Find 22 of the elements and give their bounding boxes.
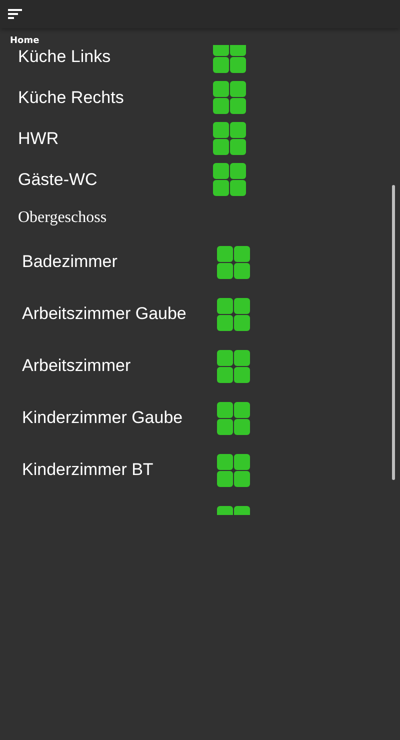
page-title: Home bbox=[10, 36, 40, 46]
grid-icon[interactable] bbox=[217, 350, 250, 382]
grid-icon[interactable] bbox=[217, 402, 250, 434]
menu-icon[interactable] bbox=[8, 9, 22, 19]
room-name[interactable]: Badezimmer bbox=[22, 252, 217, 272]
grid-icon[interactable] bbox=[213, 81, 246, 114]
grid-icon[interactable] bbox=[213, 122, 246, 155]
room-name[interactable]: Kinderzimmer Gaube bbox=[22, 408, 217, 428]
grid-icon[interactable] bbox=[213, 163, 246, 196]
grid-icon[interactable] bbox=[217, 454, 250, 486]
room-name[interactable]: Küche Rechts bbox=[18, 88, 213, 108]
room-name[interactable]: Gäste-WC bbox=[18, 170, 213, 190]
room-name[interactable]: HWR bbox=[18, 128, 213, 148]
room-name[interactable]: Arbeitszimmer Gaube bbox=[22, 304, 217, 324]
grid-icon[interactable] bbox=[217, 246, 250, 278]
section-heading: Obergeschoss bbox=[17, 208, 108, 228]
room-name[interactable]: Küche Links bbox=[18, 46, 213, 66]
grid-icon[interactable] bbox=[213, 45, 246, 73]
scrollbar[interactable] bbox=[392, 185, 395, 480]
room-name[interactable]: Kinderzimmer BT bbox=[22, 460, 217, 480]
grid-icon[interactable] bbox=[217, 298, 250, 330]
room-name[interactable]: Arbeitszimmer bbox=[22, 356, 217, 376]
